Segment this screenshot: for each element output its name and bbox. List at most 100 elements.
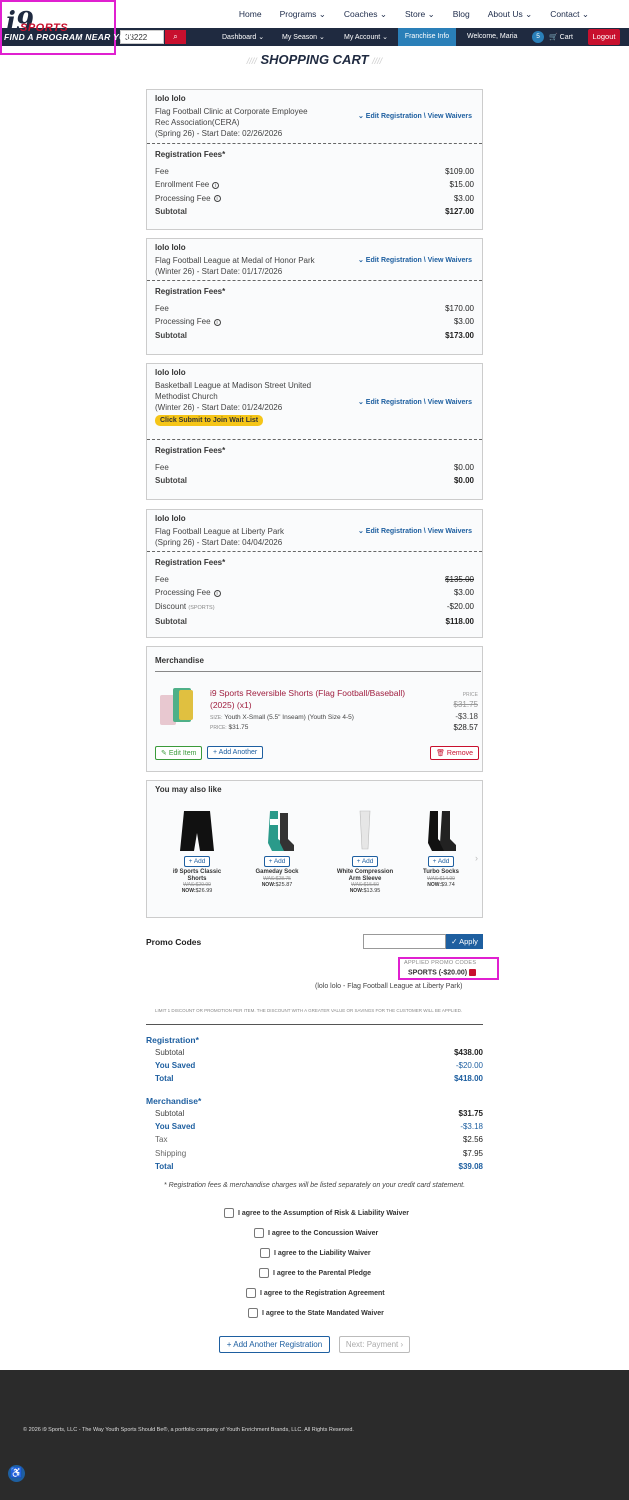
subtotal-row: Subtotal $118.00: [155, 615, 474, 628]
agreement-checkbox[interactable]: I agree to the Assumption of Risk & Liab…: [224, 1208, 409, 1218]
my-season-menu[interactable]: My Season ⌄: [282, 33, 325, 41]
remove-promo-checkbox[interactable]: [469, 969, 477, 976]
fees-heading: Registration Fees*: [155, 287, 226, 296]
add-product-button[interactable]: + Add: [263, 856, 291, 867]
agreement-checkbox[interactable]: I agree to the Parental Pledge: [259, 1268, 371, 1278]
checkbox[interactable]: [248, 1308, 258, 1318]
info-icon[interactable]: i: [213, 589, 221, 597]
edit-registration-link[interactable]: ⌄ Edit Registration \ View Waivers: [358, 527, 472, 535]
edit-item-button[interactable]: ✎ Edit Item: [155, 746, 203, 760]
checkbox[interactable]: [254, 1228, 264, 1238]
nav-coaches-label: Coaches: [343, 9, 378, 19]
fee-label: Enrollment Fee i: [155, 178, 220, 191]
add-another-button[interactable]: + Add Another: [207, 746, 264, 759]
next-payment-button[interactable]: Next: Payment ›: [339, 1336, 410, 1353]
edit-registration-link[interactable]: ⌄ Edit Registration \ View Waivers: [358, 398, 472, 406]
summary-label: Subtotal: [155, 1048, 185, 1057]
add-product-button[interactable]: + Add: [351, 856, 379, 867]
my-season-label: My Season: [282, 34, 318, 41]
add-registration-label: Add Another Registration: [233, 1340, 323, 1349]
summary-label: You Saved: [155, 1122, 196, 1131]
merch-item-name[interactable]: i9 Sports Reversible Shorts (Flag Footba…: [210, 687, 410, 711]
size-value: Youth X-Small (5.5" Inseam) (Youth Size …: [224, 714, 354, 721]
agreement-checkbox[interactable]: I agree to the Registration Agreement: [246, 1288, 385, 1298]
add-product-button[interactable]: + Add: [183, 856, 211, 867]
nav-blog[interactable]: Blog: [453, 9, 470, 20]
info-icon[interactable]: i: [213, 194, 221, 202]
summary-row: Subtotal $438.00: [155, 1048, 483, 1057]
accessibility-icon[interactable]: ♿: [8, 1465, 25, 1482]
checkbox[interactable]: [246, 1288, 256, 1298]
agreement-checkbox[interactable]: I agree to the Concussion Waiver: [254, 1228, 378, 1238]
logout-button[interactable]: Logout: [588, 29, 620, 45]
fee-label: Processing Fee i: [155, 586, 221, 599]
add-registration-button[interactable]: + Add Another Registration: [219, 1336, 330, 1353]
fee-row: Fee $135.00: [155, 573, 474, 586]
zip-search-button[interactable]: ⌕: [165, 30, 186, 44]
participant-name: lolo lolo: [155, 243, 186, 252]
registration-header: lolo lolo Basketball League at Madison S…: [147, 364, 482, 440]
wait-list-button[interactable]: Click Submit to Join Wait List: [155, 415, 264, 426]
nav-about[interactable]: About Us ⌄: [488, 9, 532, 20]
edit-registration-link[interactable]: ⌄ Edit Registration \ View Waivers: [358, 112, 472, 120]
edit-link-label: Edit Registration \ View Waivers: [365, 399, 472, 406]
checkbox[interactable]: [224, 1208, 234, 1218]
franchise-info-button[interactable]: Franchise Info: [398, 28, 456, 46]
discount-code-tag: (SPORTS): [188, 604, 215, 611]
price-value: $31.75: [228, 724, 249, 731]
nav-store[interactable]: Store ⌄: [405, 9, 435, 20]
applied-promo-for: (lolo lolo - Flag Football League at Lib…: [315, 983, 463, 990]
fee-row: Processing Fee i $3.00: [155, 315, 474, 328]
nav-coaches[interactable]: Coaches ⌄: [344, 9, 387, 20]
summary-label: Shipping: [155, 1149, 187, 1158]
fee-row: Fee $170.00: [155, 302, 474, 315]
summary-row: Total $418.00: [155, 1074, 483, 1083]
add-label: Add: [273, 858, 286, 865]
fee-label-text: Processing Fee: [155, 317, 211, 327]
now-price: $9.74: [441, 881, 455, 888]
fee-label: Processing Fee i: [155, 315, 221, 328]
nav-home[interactable]: Home: [239, 9, 262, 20]
summary-row: Total $39.08: [155, 1162, 483, 1171]
cart-link[interactable]: 🛒 Cart: [549, 33, 573, 41]
my-account-label: My Account: [344, 34, 381, 41]
logo[interactable]: i9 SPORTS FIND A PROGRAM NEAR YOU: [0, 0, 132, 55]
merchandise-summary-heading: Merchandise*: [146, 1096, 202, 1106]
discount-value: -$20.00: [446, 601, 474, 611]
nav-contact[interactable]: Contact ⌄: [550, 9, 589, 20]
discount-label: Discount: [155, 601, 187, 611]
agreement-checkbox[interactable]: I agree to the Liability Waiver: [260, 1248, 371, 1258]
edit-link-label: Edit Registration \ View Waivers: [365, 528, 472, 535]
nav-programs[interactable]: Programs ⌄: [280, 9, 326, 20]
registration-fees: Registration Fees* Fee $109.00 Enrollment…: [147, 144, 482, 224]
edit-link-label: Edit Registration \ View Waivers: [365, 257, 472, 264]
fee-label-text: Processing Fee: [155, 193, 211, 203]
participant-name: lolo lolo: [155, 514, 186, 523]
info-icon[interactable]: i: [213, 318, 221, 326]
apply-promo-button[interactable]: ✓ Apply: [446, 934, 483, 949]
dashboard-menu[interactable]: Dashboard ⌄: [222, 33, 264, 41]
now-price: $26.99: [195, 888, 213, 894]
merch-discount: -$3.18: [455, 712, 478, 721]
summary-row: Shipping $7.95: [155, 1149, 483, 1158]
add-product-button[interactable]: + Add: [427, 856, 455, 867]
edit-link-label: Edit Registration \ View Waivers: [365, 113, 472, 120]
registration-card: lolo lolo Basketball League at Madison S…: [146, 363, 483, 500]
my-account-menu[interactable]: My Account ⌄: [344, 33, 388, 41]
applied-promo-label: APPLIED PROMO CODES: [404, 960, 477, 966]
fee-label: Discount (SPORTS): [155, 600, 215, 615]
checkbox[interactable]: [259, 1268, 269, 1278]
edit-registration-link[interactable]: ⌄ Edit Registration \ View Waivers: [358, 256, 472, 264]
program-line: Basketball League at Madison Street Unit…: [155, 381, 312, 390]
checkbox[interactable]: [260, 1248, 270, 1258]
remove-button[interactable]: 🗑 Remove: [430, 746, 479, 760]
promo-code-input[interactable]: [363, 934, 446, 949]
carousel-next-icon[interactable]: ›: [475, 853, 478, 863]
participant-name: lolo lolo: [155, 94, 186, 103]
fee-row: Fee $109.00: [155, 165, 474, 178]
product-image: [160, 688, 193, 725]
add-label: Add: [193, 858, 206, 865]
info-icon[interactable]: i: [212, 181, 220, 189]
summary-value: $418.00: [454, 1074, 483, 1083]
agreement-checkbox[interactable]: I agree to the State Mandated Waiver: [248, 1308, 384, 1318]
